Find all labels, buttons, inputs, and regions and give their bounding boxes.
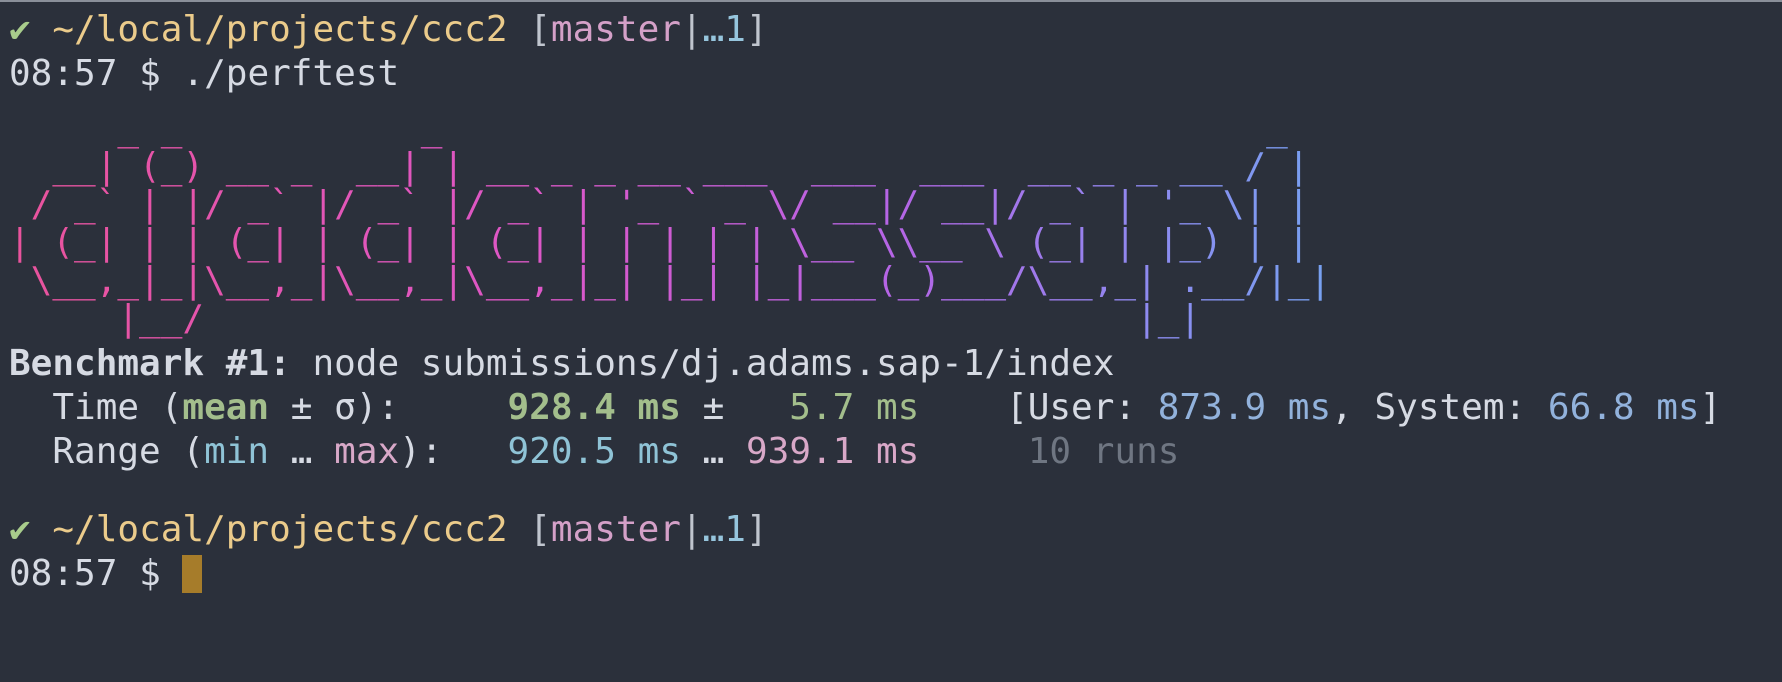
check-icon: ✔ — [9, 509, 31, 550]
range-separator: … — [680, 431, 746, 472]
user-prefix: [User: — [919, 387, 1158, 428]
prompt-open-bracket: [ — [507, 9, 551, 50]
prompt-separator: | — [680, 9, 703, 50]
user-suffix: ] — [1699, 387, 1722, 428]
range-label-ellipsis: … — [269, 431, 335, 472]
system-value: 66.8 ms — [1547, 387, 1700, 428]
range-line: Range (min … max): 920.5 ms … 939.1 ms 1… — [9, 430, 1782, 474]
benchmark-label: Benchmark #1: — [9, 343, 291, 384]
range-label-prefix: Range ( — [9, 431, 205, 472]
plus-minus: ± — [680, 387, 790, 428]
prompt-path: ~/local/projects/ccc2 — [52, 509, 508, 550]
git-branch: master — [550, 9, 681, 50]
prompt-close-bracket: ] — [745, 509, 768, 550]
command-text: ./perftest — [182, 53, 400, 94]
benchmark-command: node submissions/dj.adams.sap-1/index — [290, 343, 1115, 384]
git-dirty-count: …1 — [702, 509, 746, 550]
git-branch: master — [550, 509, 681, 550]
time-label-mean: mean — [182, 387, 270, 428]
sigma-value: 5.7 ms — [789, 387, 920, 428]
terminal-window[interactable]: ✔ ~/local/projects/ccc2 [master|…1] 08:5… — [0, 0, 1782, 682]
benchmark-header: Benchmark #1: node submissions/dj.adams.… — [9, 342, 1782, 386]
max-value: 939.1 ms — [745, 431, 920, 472]
range-label-min: min — [204, 431, 270, 472]
prompt-path: ~/local/projects/ccc2 — [52, 9, 508, 50]
ascii-banner: _ _ _ _ __| (_) __ _ __| | __ _ _ __ ___… — [9, 110, 1782, 340]
check-icon: ✔ — [9, 9, 31, 50]
range-label-suffix: ): — [399, 431, 508, 472]
time-label-suffix: ± σ): — [269, 387, 508, 428]
prompt-dollar: $ — [139, 53, 161, 94]
system-prefix: , System: — [1331, 387, 1548, 428]
prompt-line-2: ✔ ~/local/projects/ccc2 [master|…1] — [9, 508, 1782, 552]
prompt-line-1: ✔ ~/local/projects/ccc2 [master|…1] — [9, 8, 1782, 52]
command-line-2[interactable]: 08:57 $ — [9, 552, 1782, 596]
prompt-time: 08:57 — [9, 553, 118, 594]
runs-count: 10 runs — [919, 431, 1180, 472]
prompt-time: 08:57 — [9, 53, 118, 94]
user-value: 873.9 ms — [1157, 387, 1332, 428]
git-dirty-count: …1 — [702, 9, 746, 50]
prompt-close-bracket: ] — [745, 9, 768, 50]
range-label-max: max — [334, 431, 400, 472]
prompt-separator: | — [680, 509, 703, 550]
time-label-prefix: Time ( — [9, 387, 183, 428]
prompt-dollar: $ — [139, 553, 161, 594]
command-line-1: 08:57 $ ./perftest — [9, 52, 1782, 96]
mean-value: 928.4 ms — [507, 387, 681, 428]
min-value: 920.5 ms — [507, 431, 681, 472]
text-cursor[interactable] — [182, 555, 203, 593]
prompt-open-bracket: [ — [507, 509, 551, 550]
time-line: Time (mean ± σ): 928.4 ms ± 5.7 ms [User… — [9, 386, 1782, 430]
